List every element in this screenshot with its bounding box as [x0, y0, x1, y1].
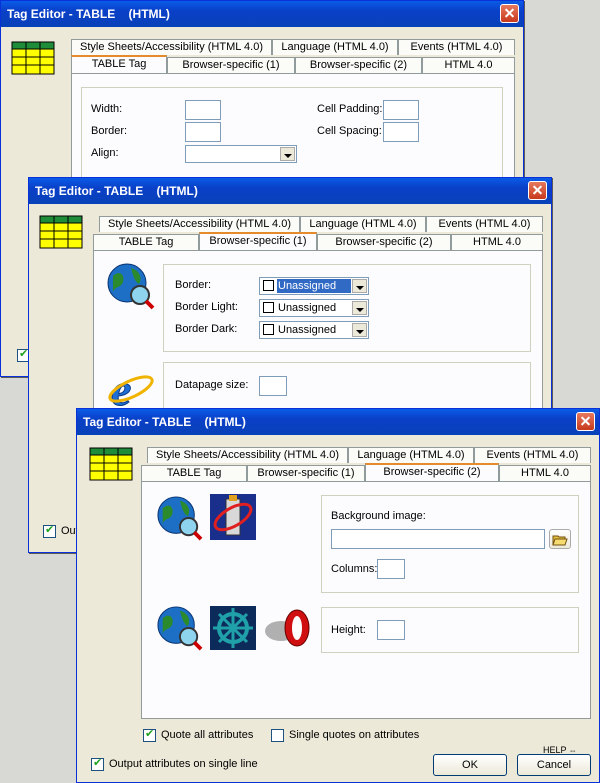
tab-language[interactable]: Language (HTML 4.0) — [272, 39, 398, 55]
tab-html-4[interactable]: HTML 4.0 — [451, 234, 543, 250]
height-label: Height: — [331, 624, 366, 636]
tab-html-4[interactable]: HTML 4.0 — [422, 57, 515, 73]
cell-padding-label: Cell Padding: — [317, 103, 383, 115]
background-image-input[interactable] — [331, 529, 545, 549]
tab-style-sheets[interactable]: Style Sheets/Accessibility (HTML 4.0) — [99, 216, 300, 232]
chevron-down-icon[interactable] — [352, 279, 367, 293]
output-single-line-checkbox[interactable] — [91, 756, 104, 771]
border-light-select[interactable]: Unassigned — [259, 299, 369, 317]
title-bar[interactable]: Tag Editor - TABLE (HTML) — [29, 178, 551, 204]
columns-input[interactable] — [377, 559, 405, 579]
border-label: Border: — [175, 279, 212, 291]
tab-table-tag[interactable]: TABLE Tag — [141, 465, 247, 481]
title-bar[interactable]: Tag Editor - TABLE (HTML) — [1, 1, 523, 27]
folder-open-icon — [552, 535, 568, 546]
cell-padding-input[interactable] — [383, 100, 419, 120]
cancel-button[interactable]: Cancel — [517, 754, 591, 776]
tab-browser-specific-2[interactable]: Browser-specific (2) — [365, 463, 499, 481]
border-dark-label: Border Dark: — [175, 323, 238, 335]
netscape-globe-icon — [107, 263, 155, 310]
internet-explorer-icon: e — [108, 364, 154, 411]
window-title: Tag Editor - TABLE (HTML) — [35, 184, 198, 198]
table-icon — [89, 447, 133, 481]
tab-style-sheets[interactable]: Style Sheets/Accessibility (HTML 4.0) — [71, 39, 272, 55]
close-button[interactable] — [500, 4, 519, 23]
tab-events[interactable]: Events (HTML 4.0) — [474, 447, 591, 463]
chevron-down-icon[interactable] — [352, 301, 367, 315]
background-image-label: Background image: — [331, 510, 426, 522]
columns-label: Columns: — [331, 563, 378, 575]
ship-wheel-icon — [210, 606, 256, 650]
width-input[interactable] — [185, 100, 221, 120]
tab-events[interactable]: Events (HTML 4.0) — [398, 39, 515, 55]
datapage-size-label: Datapage size: — [175, 379, 249, 391]
tab-language[interactable]: Language (HTML 4.0) — [300, 216, 426, 232]
close-button[interactable] — [576, 412, 595, 431]
svg-text:e: e — [111, 364, 131, 411]
output-single-line-checkbox-behind[interactable] — [43, 523, 56, 538]
netscape-globe-icon — [157, 606, 203, 651]
cell-spacing-label: Cell Spacing: — [317, 125, 382, 137]
tab-html-4[interactable]: HTML 4.0 — [499, 465, 591, 481]
border-light-label: Border Light: — [175, 301, 238, 313]
color-swatch — [263, 280, 274, 291]
output-single-line-label: Output attributes on single line — [109, 758, 258, 770]
height-input[interactable] — [377, 620, 405, 640]
quote-all-attributes-label: Quote all attributes — [161, 729, 254, 741]
tab-browser-specific-2[interactable]: Browser-specific (2) — [295, 57, 422, 73]
quote-all-attributes-checkbox[interactable] — [143, 727, 156, 742]
browse-button[interactable] — [549, 529, 571, 549]
close-button[interactable] — [528, 181, 547, 200]
color-swatch — [263, 302, 274, 313]
webtv-browser-icon — [210, 494, 256, 540]
align-label: Align: — [91, 147, 119, 159]
tab-table-tag[interactable]: TABLE Tag — [71, 55, 167, 73]
border-label: Border: — [91, 125, 128, 137]
tab-browser-specific-1[interactable]: Browser-specific (1) — [199, 232, 317, 250]
tab-table-tag[interactable]: TABLE Tag — [93, 234, 199, 250]
border-color-select[interactable]: Unassigned — [259, 277, 369, 295]
single-quotes-label: Single quotes on attributes — [289, 729, 420, 741]
width-label: Width: — [91, 103, 123, 115]
opera-icon — [265, 609, 310, 647]
color-swatch — [263, 324, 274, 335]
tag-editor-window-3: Tag Editor - TABLE (HTML) Style Sheets/A… — [76, 408, 600, 783]
border-input[interactable] — [185, 122, 221, 142]
window-title: Tag Editor - TABLE (HTML) — [7, 7, 170, 21]
netscape-globe-icon — [157, 496, 203, 541]
table-icon — [39, 215, 83, 249]
tab-language[interactable]: Language (HTML 4.0) — [348, 447, 474, 463]
align-select[interactable] — [185, 145, 297, 163]
single-quotes-checkbox[interactable] — [271, 729, 284, 742]
table-attributes-group — [81, 87, 503, 179]
tab-browser-specific-1[interactable]: Browser-specific (1) — [247, 465, 365, 481]
title-bar[interactable]: Tag Editor - TABLE (HTML) — [77, 409, 599, 435]
tab-browser-specific-2[interactable]: Browser-specific (2) — [317, 234, 451, 250]
datapage-size-input[interactable] — [259, 376, 287, 396]
cell-spacing-input[interactable] — [383, 122, 419, 142]
chevron-down-icon[interactable] — [280, 147, 295, 161]
table-icon — [11, 41, 55, 75]
tab-events[interactable]: Events (HTML 4.0) — [426, 216, 543, 232]
tab-browser-specific-1[interactable]: Browser-specific (1) — [167, 57, 295, 73]
ok-button[interactable]: OK — [433, 754, 507, 776]
chevron-down-icon[interactable] — [352, 323, 367, 337]
tab-style-sheets[interactable]: Style Sheets/Accessibility (HTML 4.0) — [147, 447, 348, 463]
window-title: Tag Editor - TABLE (HTML) — [83, 415, 246, 429]
border-dark-select[interactable]: Unassigned — [259, 321, 369, 339]
